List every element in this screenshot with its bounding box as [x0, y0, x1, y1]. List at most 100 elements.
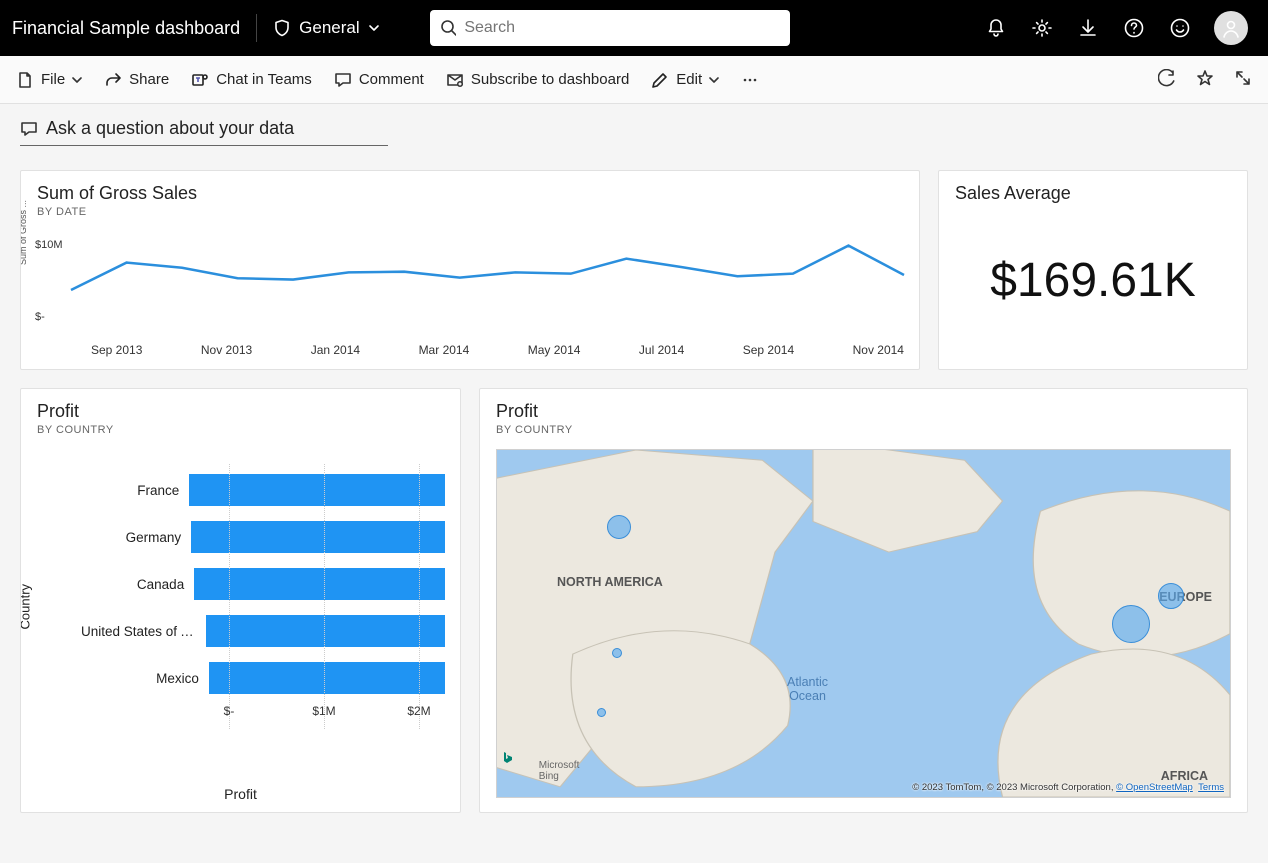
person-icon: [1220, 17, 1242, 39]
account-button[interactable]: [1214, 11, 1248, 45]
feedback-button[interactable]: [1168, 16, 1192, 40]
bar-rect: [189, 474, 445, 506]
tile-subtitle: BY COUNTRY: [496, 424, 1231, 436]
file-label: File: [41, 71, 65, 88]
search-input[interactable]: [464, 19, 779, 37]
pencil-icon: [651, 71, 669, 89]
chat-label: Chat in Teams: [216, 71, 312, 88]
question-icon: [1124, 18, 1144, 38]
x-axis-label: Profit: [21, 786, 460, 802]
map-bubble-mexico[interactable]: [597, 708, 606, 717]
y-tick: $-: [35, 311, 45, 323]
download-icon: [1078, 18, 1098, 38]
teams-icon: [191, 71, 209, 89]
dashboard-title: Financial Sample dashboard: [12, 18, 240, 39]
map-area[interactable]: NORTH AMERICA EUROPE AFRICA Atlantic Oce…: [496, 449, 1231, 798]
tile-title: Sales Average: [955, 183, 1231, 204]
y-axis-label: Sum of Gross ...: [20, 200, 28, 265]
command-bar: File Share Chat in Teams Comment Subscri…: [0, 56, 1268, 104]
x-tick: May 2014: [528, 343, 581, 357]
sensitivity-dropdown[interactable]: General: [273, 18, 379, 38]
download-button[interactable]: [1076, 16, 1100, 40]
notifications-button[interactable]: [984, 16, 1008, 40]
kpi-value: $169.61K: [955, 204, 1231, 357]
terms-link[interactable]: Terms: [1198, 782, 1224, 793]
qna-input[interactable]: Ask a question about your data: [20, 118, 388, 146]
tile-profit-map[interactable]: Profit BY COUNTRY NORTH AMERICA EUROPE A…: [479, 388, 1248, 813]
x-tick: Jul 2014: [639, 343, 684, 357]
edit-label: Edit: [676, 71, 702, 88]
map-label-na: NORTH AMERICA: [557, 575, 663, 589]
bar-rect: [206, 615, 445, 647]
bar-category: United States of A...: [81, 624, 206, 639]
bar-row[interactable]: Germany: [81, 516, 445, 558]
tile-subtitle: BY COUNTRY: [37, 424, 444, 436]
osm-link[interactable]: © OpenStreetMap: [1116, 782, 1193, 793]
chevron-down-icon: [72, 75, 82, 85]
map-label-af: AFRICA: [1161, 769, 1208, 783]
bar-category: Mexico: [81, 671, 209, 686]
favorite-button[interactable]: [1196, 69, 1214, 91]
x-tick: Sep 2014: [743, 343, 794, 357]
tile-sales-average[interactable]: Sales Average $169.61K: [938, 170, 1248, 370]
tile-profit-bar[interactable]: Profit BY COUNTRY Country France Germany C…: [20, 388, 461, 813]
map-bubble-usa[interactable]: [612, 648, 622, 658]
map-bubble-germany[interactable]: [1158, 583, 1184, 609]
tile-title: Profit: [496, 401, 1231, 422]
comment-icon: [20, 120, 38, 138]
chevron-down-icon: [368, 22, 380, 34]
fullscreen-button[interactable]: [1234, 69, 1252, 91]
tile-title: Sum of Gross Sales: [37, 183, 903, 204]
subscribe-icon: [446, 71, 464, 89]
x-tick: Nov 2013: [201, 343, 252, 357]
tile-gross-sales-line[interactable]: Sum of Gross Sales BY DATE Sum of Gross …: [20, 170, 920, 370]
tile-title: Profit: [37, 401, 444, 422]
x-tick: Sep 2013: [91, 343, 142, 357]
subscribe-label: Subscribe to dashboard: [471, 71, 629, 88]
title-divider: [256, 14, 257, 42]
map-bubble-france[interactable]: [1112, 605, 1150, 643]
edit-button[interactable]: Edit: [651, 71, 719, 89]
x-tick: $-: [224, 704, 235, 718]
y-axis-label: Country: [20, 584, 33, 630]
comment-button[interactable]: Comment: [334, 71, 424, 89]
qna-placeholder: Ask a question about your data: [46, 118, 294, 139]
bar-category: Germany: [81, 530, 191, 545]
subscribe-button[interactable]: Subscribe to dashboard: [446, 71, 629, 89]
map-bubble-canada[interactable]: [607, 515, 631, 539]
smiley-icon: [1170, 18, 1190, 38]
bar-category: France: [81, 483, 189, 498]
search-icon: [440, 19, 457, 37]
expand-icon: [1234, 69, 1252, 87]
share-label: Share: [129, 71, 169, 88]
chat-teams-button[interactable]: Chat in Teams: [191, 71, 312, 89]
share-button[interactable]: Share: [104, 71, 169, 89]
chevron-down-icon: [709, 75, 719, 85]
top-app-bar: Financial Sample dashboard General: [0, 0, 1268, 56]
refresh-icon: [1158, 69, 1176, 87]
x-tick: $1M: [312, 704, 335, 718]
map-label-ocean: Atlantic Ocean: [787, 675, 828, 703]
comment-icon: [334, 71, 352, 89]
bar-row[interactable]: United States of A...: [81, 610, 445, 652]
star-icon: [1196, 69, 1214, 87]
map-attribution: © 2023 TomTom, © 2023 Microsoft Corporat…: [912, 782, 1224, 793]
refresh-button[interactable]: [1158, 69, 1176, 91]
map-provider-badge: Microsoft Bing: [503, 752, 579, 791]
bar-row[interactable]: France: [81, 469, 445, 511]
bar-rect: [209, 662, 445, 694]
settings-button[interactable]: [1030, 16, 1054, 40]
bell-icon: [986, 18, 1006, 38]
bar-row[interactable]: Canada: [81, 563, 445, 605]
bar-row[interactable]: Mexico: [81, 657, 445, 699]
file-icon: [16, 71, 34, 89]
comment-label: Comment: [359, 71, 424, 88]
sensitivity-label: General: [299, 18, 359, 38]
bing-icon: [503, 752, 536, 791]
more-menu[interactable]: [741, 71, 759, 89]
help-button[interactable]: [1122, 16, 1146, 40]
share-icon: [104, 71, 122, 89]
search-box[interactable]: [430, 10, 790, 46]
x-tick: $2M: [407, 704, 430, 718]
file-menu[interactable]: File: [16, 71, 82, 89]
